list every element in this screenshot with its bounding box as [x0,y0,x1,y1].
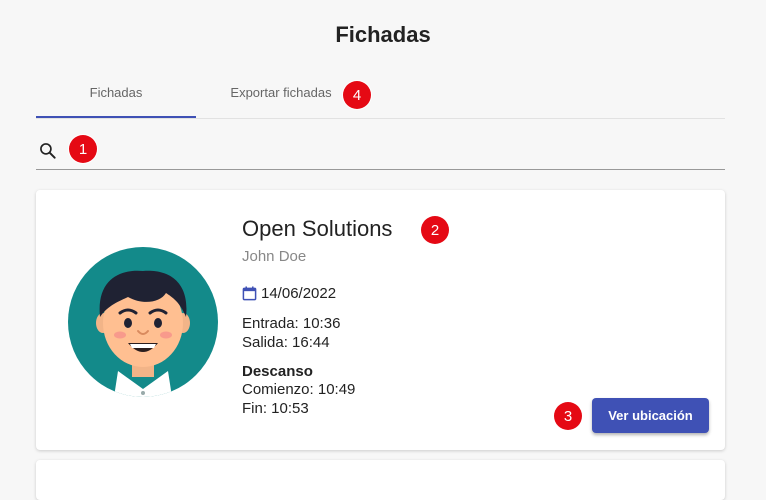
ver-ubicacion-button[interactable]: Ver ubicación [592,398,709,433]
date-value: 14/06/2022 [261,285,337,302]
avatar [68,247,218,397]
company-name: Open Solutions [242,216,393,241]
annotation-badge-3: 3 [554,402,582,430]
descanso-fin: Fin: 10:53 [242,400,309,417]
search-bar [36,132,725,170]
annotation-badge-2: 2 [421,216,449,244]
tab-bar: Fichadas Exportar fichadas [36,70,725,119]
tab-fichadas[interactable]: Fichadas [36,70,196,118]
search-input[interactable] [106,136,710,166]
tab-exportar-fichadas[interactable]: Exportar fichadas [201,70,361,118]
salida-time: Salida: 16:44 [242,334,330,351]
entrada-time: Entrada: 10:36 [242,315,341,332]
employee-name: John Doe [242,248,307,265]
date-row: 14/06/2022 [242,285,336,302]
annotation-badge-1: 1 [69,135,97,163]
fichada-card: Open Solutions John Doe 14/06/2022 Entra… [36,190,725,450]
search-icon[interactable] [38,141,58,161]
descanso-heading: Descanso [242,363,313,380]
calendar-icon [242,286,257,301]
next-fichada-card [36,460,725,500]
annotation-badge-4: 4 [343,81,371,109]
page-title: Fichadas [335,22,431,47]
descanso-comienzo: Comienzo: 10:49 [242,381,356,398]
